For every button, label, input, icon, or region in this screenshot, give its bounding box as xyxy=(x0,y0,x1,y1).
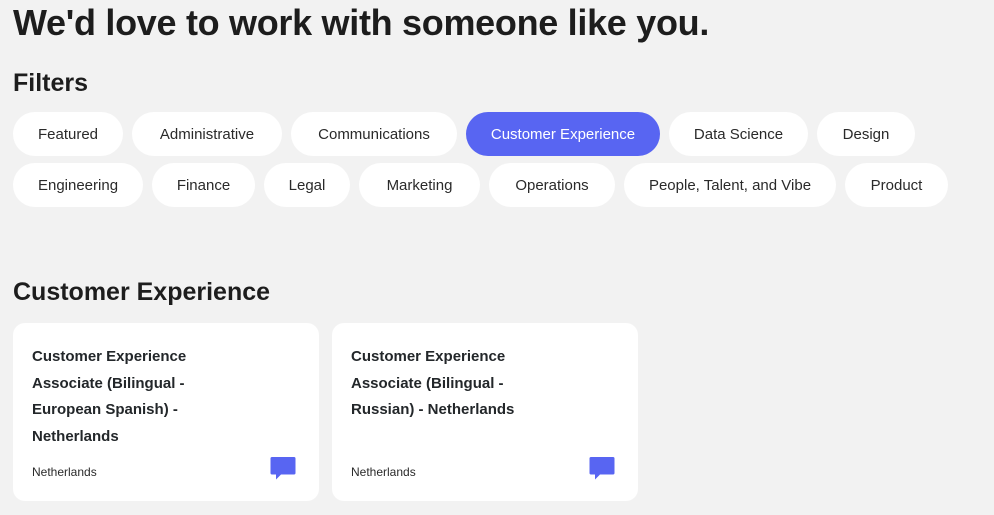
filter-chip-people-talent-and-vibe[interactable]: People, Talent, and Vibe xyxy=(624,163,836,207)
filter-chip-finance[interactable]: Finance xyxy=(152,163,255,207)
filter-chip-featured[interactable]: Featured xyxy=(13,112,123,156)
job-card[interactable]: Customer Experience Associate (Bilingual… xyxy=(332,323,638,501)
filter-chip-customer-experience[interactable]: Customer Experience xyxy=(466,112,660,156)
job-title[interactable]: Customer Experience Associate (Bilingual… xyxy=(351,344,541,424)
filter-chip-design[interactable]: Design xyxy=(817,112,915,156)
filters-heading: Filters xyxy=(13,69,89,97)
filter-chip-product[interactable]: Product xyxy=(845,163,948,207)
filter-chip-marketing[interactable]: Marketing xyxy=(359,163,480,207)
filter-chip-operations[interactable]: Operations xyxy=(489,163,615,207)
job-card[interactable]: Customer Experience Associate (Bilingual… xyxy=(13,323,319,501)
page-title: We'd love to work with someone like you. xyxy=(13,2,710,43)
job-location: Netherlands xyxy=(32,465,97,479)
section-heading: Customer Experience xyxy=(13,278,271,306)
job-title[interactable]: Customer Experience Associate (Bilingual… xyxy=(32,344,222,450)
chat-bubble-icon xyxy=(269,454,297,482)
filter-chip-engineering[interactable]: Engineering xyxy=(13,163,143,207)
filter-chip-communications[interactable]: Communications xyxy=(291,112,457,156)
filter-chip-legal[interactable]: Legal xyxy=(264,163,350,207)
filter-chip-data-science[interactable]: Data Science xyxy=(669,112,808,156)
filter-chip-administrative[interactable]: Administrative xyxy=(132,112,282,156)
job-location: Netherlands xyxy=(351,465,416,479)
chat-bubble-icon xyxy=(588,454,616,482)
